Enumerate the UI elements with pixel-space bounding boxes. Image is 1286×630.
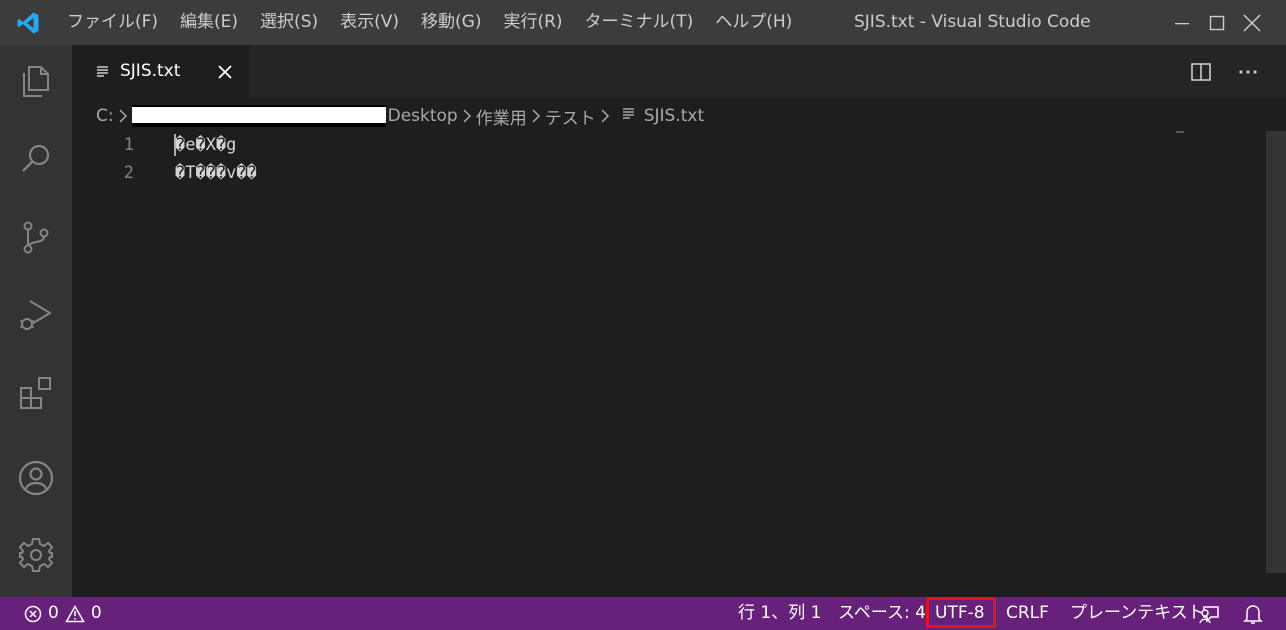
account-icon: [18, 460, 54, 496]
chevron-right-icon: [458, 107, 476, 125]
menu-terminal[interactable]: ターミナル(T): [574, 0, 705, 45]
breadcrumb-file[interactable]: SJIS.txt: [644, 106, 704, 126]
tab-sjis-txt[interactable]: SJIS.txt: [72, 45, 249, 98]
settings-button[interactable]: [0, 519, 72, 591]
split-editor-icon: [1191, 63, 1211, 81]
title-bar: ファイル(F) 編集(E) 選択(S) 表示(V) 移動(G) 実行(R) ター…: [0, 0, 1286, 45]
text-file-icon: [97, 66, 108, 77]
close-tab-icon[interactable]: [215, 62, 235, 82]
breadcrumb-folder-test[interactable]: テスト: [545, 104, 596, 129]
minimap[interactable]: [1176, 131, 1184, 133]
vscode-logo-icon: [0, 0, 56, 45]
activity-bar: [0, 45, 72, 597]
search-icon: [22, 144, 50, 172]
notifications-button[interactable]: [1243, 597, 1263, 630]
vertical-scrollbar[interactable]: [1266, 131, 1286, 573]
menu-view[interactable]: 表示(V): [329, 0, 410, 45]
menu-help[interactable]: ヘルプ(H): [704, 0, 803, 45]
menu-run[interactable]: 実行(R): [492, 0, 573, 45]
text-file-icon: [622, 106, 636, 126]
menu-bar: ファイル(F) 編集(E) 選択(S) 表示(V) 移動(G) 実行(R) ター…: [56, 0, 803, 45]
language-mode-selector[interactable]: プレーンテキスト: [1070, 597, 1205, 630]
menu-selection[interactable]: 選択(S): [249, 0, 329, 45]
menu-edit[interactable]: 編集(E): [169, 0, 249, 45]
warning-count: 0: [90, 603, 102, 623]
breadcrumb: C: Desktop 作業用 テスト SJIS.txt: [72, 98, 1286, 134]
feedback-icon: [1199, 605, 1219, 623]
chevron-right-icon: [114, 107, 132, 125]
bell-icon: [1243, 604, 1263, 624]
run-debug-icon: [20, 300, 52, 330]
window-title: SJIS.txt - Visual Studio Code: [854, 12, 1091, 32]
explorer-icon: [23, 66, 49, 97]
line-text: �T���v��: [175, 163, 257, 183]
split-editor-button[interactable]: [1187, 59, 1215, 85]
explorer-button[interactable]: [0, 45, 72, 117]
search-button[interactable]: [0, 123, 72, 195]
redacted-path: [131, 105, 386, 127]
error-count: 0: [48, 603, 59, 623]
line-text: �e�X�g: [175, 135, 237, 155]
error-icon: [24, 605, 42, 622]
more-actions-button[interactable]: [1234, 59, 1262, 85]
code-line[interactable]: 2 �T���v��: [72, 159, 1172, 187]
chevron-right-icon: [596, 107, 614, 125]
breadcrumb-drive[interactable]: C:: [96, 106, 114, 126]
problems-indicator[interactable]: 0 0: [24, 597, 102, 630]
code-editor[interactable]: 1 �e�X�g 2 �T���v��: [72, 134, 1266, 597]
source-control-icon: [23, 221, 49, 254]
menu-go[interactable]: 移動(G): [410, 0, 492, 45]
cursor-position[interactable]: 行 1、列 1: [738, 597, 821, 630]
extensions-button[interactable]: [0, 357, 72, 429]
extensions-icon: [20, 377, 51, 409]
source-control-button[interactable]: [0, 201, 72, 273]
encoding-highlight: [926, 597, 996, 628]
close-window-button[interactable]: [1218, 0, 1286, 45]
close-icon: [1243, 13, 1261, 32]
settings-gear-icon: [18, 538, 54, 572]
run-debug-button[interactable]: [0, 279, 72, 351]
tab-bar: SJIS.txt: [72, 45, 1286, 98]
account-button[interactable]: [0, 442, 72, 514]
warning-icon: [65, 604, 85, 622]
indentation[interactable]: スペース: 4: [838, 597, 926, 630]
menu-file[interactable]: ファイル(F): [56, 0, 169, 45]
breadcrumb-desktop[interactable]: Desktop: [388, 106, 458, 126]
tab-label: SJIS.txt: [120, 61, 181, 81]
breadcrumb-folder-work[interactable]: 作業用: [476, 104, 527, 129]
line-number: 1: [123, 135, 134, 155]
feedback-button[interactable]: [1199, 597, 1221, 630]
line-number: 2: [123, 163, 134, 183]
code-line[interactable]: 1 �e�X�g: [72, 131, 1172, 159]
end-of-line-selector[interactable]: CRLF: [1006, 597, 1049, 630]
status-bar: 0 0 行 1、列 1 スペース: 4 UTF-8 CRLF プレーンテキスト: [0, 597, 1286, 630]
more-actions-icon: [1239, 70, 1257, 74]
editor-area: SJIS.txt C: Desktop 作業用 テスト SJIS.txt 1 �…: [72, 45, 1286, 597]
chevron-right-icon: [527, 107, 545, 125]
